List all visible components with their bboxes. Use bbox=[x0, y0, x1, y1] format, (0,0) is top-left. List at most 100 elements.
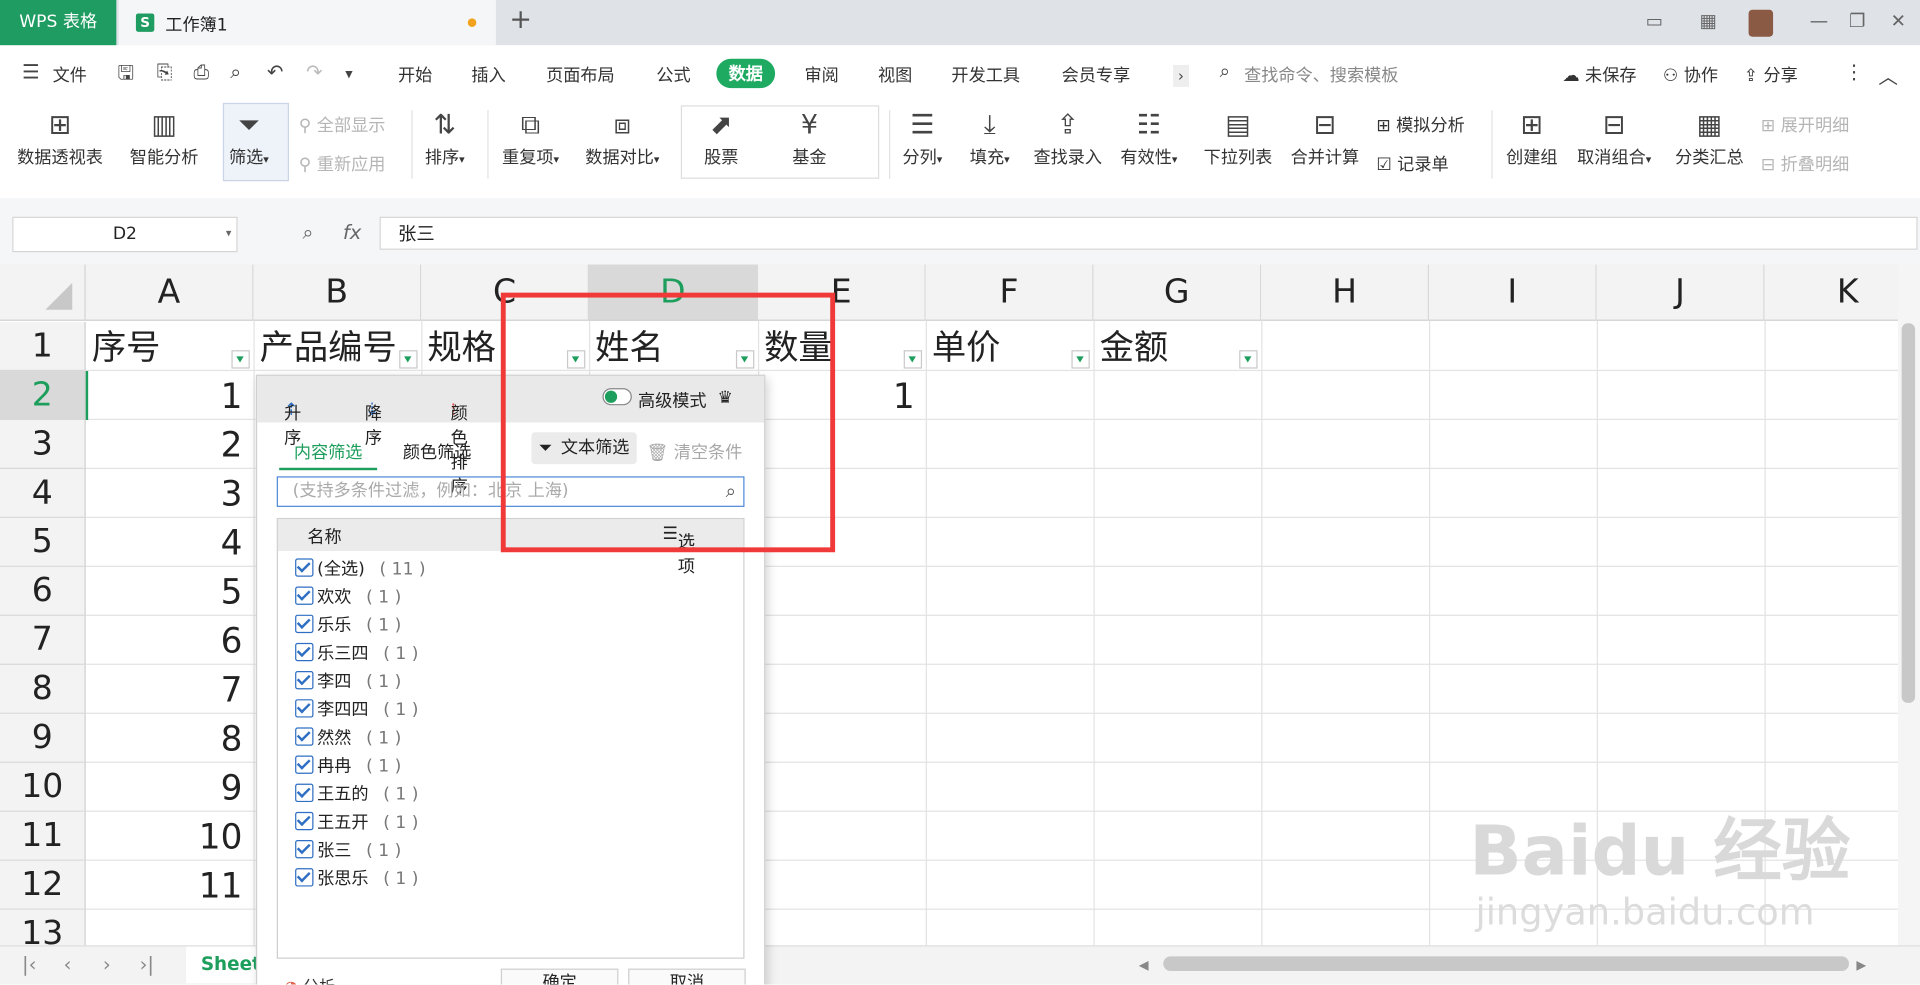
cloud-save-status[interactable]: ☁ 未保存 bbox=[1562, 62, 1636, 86]
formula-input[interactable]: 张三 bbox=[379, 216, 1918, 250]
column-header-h[interactable]: H bbox=[1261, 264, 1429, 321]
prev-sheet-icon[interactable]: ‹ bbox=[64, 953, 72, 976]
row-header-10[interactable]: 10 bbox=[0, 762, 86, 812]
cell-a10[interactable]: 9 bbox=[86, 768, 243, 808]
checkbox-checked-icon[interactable] bbox=[295, 783, 314, 803]
scroll-right-icon[interactable]: ▸ bbox=[1856, 953, 1866, 976]
ungroup-button[interactable]: ⊟ 取消组合▾ bbox=[1577, 108, 1651, 169]
row-header-3[interactable]: 3 bbox=[0, 420, 86, 469]
redo-icon[interactable]: ↷ bbox=[306, 60, 322, 83]
row-header-4[interactable]: 4 bbox=[0, 468, 86, 518]
filter-item[interactable]: 乐乐 ( 1 ) bbox=[295, 612, 401, 636]
row-header-9[interactable]: 9 bbox=[0, 713, 86, 763]
filter-item[interactable]: 张思乐 ( 1 ) bbox=[295, 866, 418, 890]
undo-icon[interactable]: ↶ bbox=[267, 60, 283, 83]
row-header-6[interactable]: 6 bbox=[0, 566, 86, 616]
more-tabs-icon[interactable]: › bbox=[1173, 64, 1189, 87]
chevron-down-icon[interactable]: ▾ bbox=[345, 65, 352, 82]
filter-item[interactable]: (全选) ( 11 ) bbox=[295, 556, 426, 580]
header-cell-f1[interactable]: 单价 bbox=[926, 322, 1085, 370]
save-icon[interactable]: 🖫 bbox=[118, 60, 135, 93]
duplicates-button[interactable]: ⧉ 重复项▾ bbox=[502, 108, 559, 169]
sort-button[interactable]: ⇅ 排序▾ bbox=[425, 108, 465, 169]
close-icon[interactable]: ✕ bbox=[1891, 10, 1906, 32]
zoom-formula-icon[interactable]: ⌕ bbox=[302, 220, 313, 244]
dropdown-list-button[interactable]: ▤ 下拉列表 bbox=[1204, 108, 1273, 169]
menu-item-view[interactable]: 视图 bbox=[878, 62, 912, 86]
data-compare-button[interactable]: ⧈ 数据对比▾ bbox=[585, 108, 659, 169]
checkbox-checked-icon[interactable] bbox=[295, 840, 314, 859]
filter-dropdown-e[interactable] bbox=[903, 350, 923, 369]
filter-item[interactable]: 王五开 ( 1 ) bbox=[295, 809, 418, 833]
menu-item-insert[interactable]: 插入 bbox=[471, 62, 505, 86]
avatar[interactable] bbox=[1748, 9, 1774, 37]
restore-icon[interactable]: ❐ bbox=[1849, 10, 1865, 32]
minimize-icon[interactable]: — bbox=[1810, 10, 1828, 32]
fx-icon[interactable]: fx bbox=[343, 220, 362, 243]
print-preview-icon[interactable]: ⌕ bbox=[230, 60, 241, 84]
filter-dropdown-a[interactable] bbox=[231, 350, 250, 369]
header-cell-g1[interactable]: 金额 bbox=[1093, 322, 1252, 370]
scroll-left-icon[interactable]: ◂ bbox=[1139, 953, 1149, 976]
wps-app-tab[interactable]: WPS 表格 bbox=[0, 0, 117, 46]
expand-detail-button[interactable]: ⊞ 展开明细 bbox=[1761, 113, 1849, 137]
fill-button[interactable]: ⤓ 填充▾ bbox=[970, 108, 1010, 169]
cell-a8[interactable]: 7 bbox=[86, 670, 243, 710]
header-cell-a1[interactable]: 序号 bbox=[86, 322, 245, 370]
reapply-button[interactable]: ⚲ 重新应用 bbox=[299, 152, 386, 176]
row-header-12[interactable]: 12 bbox=[0, 860, 86, 910]
row-header-7[interactable]: 7 bbox=[0, 615, 86, 665]
what-if-button[interactable]: ⊞ 模拟分析 bbox=[1376, 113, 1464, 137]
checkbox-checked-icon[interactable] bbox=[295, 727, 314, 746]
filter-dropdown-b[interactable] bbox=[399, 350, 418, 369]
filter-item[interactable]: 张三 ( 1 ) bbox=[295, 838, 401, 862]
filter-item[interactable]: 王五的 ( 1 ) bbox=[295, 781, 418, 805]
checkbox-checked-icon[interactable] bbox=[295, 642, 314, 662]
smart-analysis-button[interactable]: ▥ 智能分析 bbox=[130, 108, 199, 169]
collaborate-button[interactable]: ⚇ 协作 bbox=[1663, 62, 1718, 86]
stock-button[interactable]: ⬈ 股票 bbox=[704, 108, 738, 169]
first-sheet-icon[interactable]: |‹ bbox=[22, 953, 36, 976]
filter-item[interactable]: 冉冉 ( 1 ) bbox=[295, 753, 401, 777]
checkbox-checked-icon[interactable] bbox=[295, 811, 314, 831]
column-header-i[interactable]: I bbox=[1428, 264, 1597, 321]
record-form-button[interactable]: ☑ 记录单 bbox=[1376, 152, 1448, 176]
filter-item[interactable]: 欢欢 ( 1 ) bbox=[295, 584, 401, 608]
row-header-5[interactable]: 5 bbox=[0, 517, 86, 567]
share-button[interactable]: ⇪ 分享 bbox=[1744, 62, 1798, 86]
row-header-2[interactable]: 2 bbox=[0, 371, 86, 421]
checkbox-checked-icon[interactable] bbox=[295, 671, 314, 690]
create-group-button[interactable]: ⊞ 创建组 bbox=[1506, 108, 1557, 169]
document-tab[interactable]: S 工作簿1 bbox=[118, 0, 496, 46]
more-options-icon[interactable]: ⋮ bbox=[1844, 60, 1864, 83]
page-layout-icon[interactable]: ▭ bbox=[1646, 10, 1663, 32]
cell-a5[interactable]: 4 bbox=[86, 523, 243, 563]
filter-item[interactable]: 然然 ( 1 ) bbox=[295, 725, 401, 749]
split-column-button[interactable]: ☰ 分列▾ bbox=[902, 108, 942, 169]
cell-a3[interactable]: 2 bbox=[86, 425, 243, 465]
menu-item-review[interactable]: 审阅 bbox=[804, 62, 838, 86]
column-header-a[interactable]: A bbox=[85, 264, 254, 321]
menu-item-data[interactable]: 数据 bbox=[716, 58, 776, 89]
last-sheet-icon[interactable]: ›| bbox=[140, 953, 154, 976]
row-header-13[interactable]: 13 bbox=[0, 909, 86, 946]
column-header-k[interactable]: K bbox=[1764, 264, 1898, 321]
new-tab-button[interactable]: + bbox=[509, 5, 532, 36]
column-header-b[interactable]: B bbox=[253, 264, 422, 321]
cell-a2[interactable]: 1 bbox=[86, 376, 243, 416]
subtotal-button[interactable]: ▦ 分类汇总 bbox=[1675, 108, 1744, 169]
cell-a11[interactable]: 10 bbox=[86, 817, 243, 857]
filter-dropdown-g[interactable] bbox=[1239, 350, 1258, 369]
checkbox-checked-icon[interactable] bbox=[295, 868, 314, 887]
collapse-detail-button[interactable]: ⊟ 折叠明细 bbox=[1761, 152, 1849, 176]
cell-a9[interactable]: 8 bbox=[86, 719, 243, 759]
menu-item-page-layout[interactable]: 页面布局 bbox=[546, 62, 615, 86]
fund-button[interactable]: ¥ 基金 bbox=[792, 108, 826, 169]
header-cell-b1[interactable]: 产品编号 bbox=[253, 322, 412, 370]
menu-item-formula[interactable]: 公式 bbox=[656, 62, 690, 86]
analysis-button[interactable]: ◔ 分析 bbox=[284, 973, 335, 984]
tab-content-filter[interactable]: 内容筛选 bbox=[279, 440, 378, 471]
print-icon[interactable]: ⎙ bbox=[193, 60, 209, 84]
hamburger-icon[interactable]: ☰ bbox=[22, 60, 40, 83]
show-all-button[interactable]: ⚲ 全部显示 bbox=[299, 113, 386, 137]
